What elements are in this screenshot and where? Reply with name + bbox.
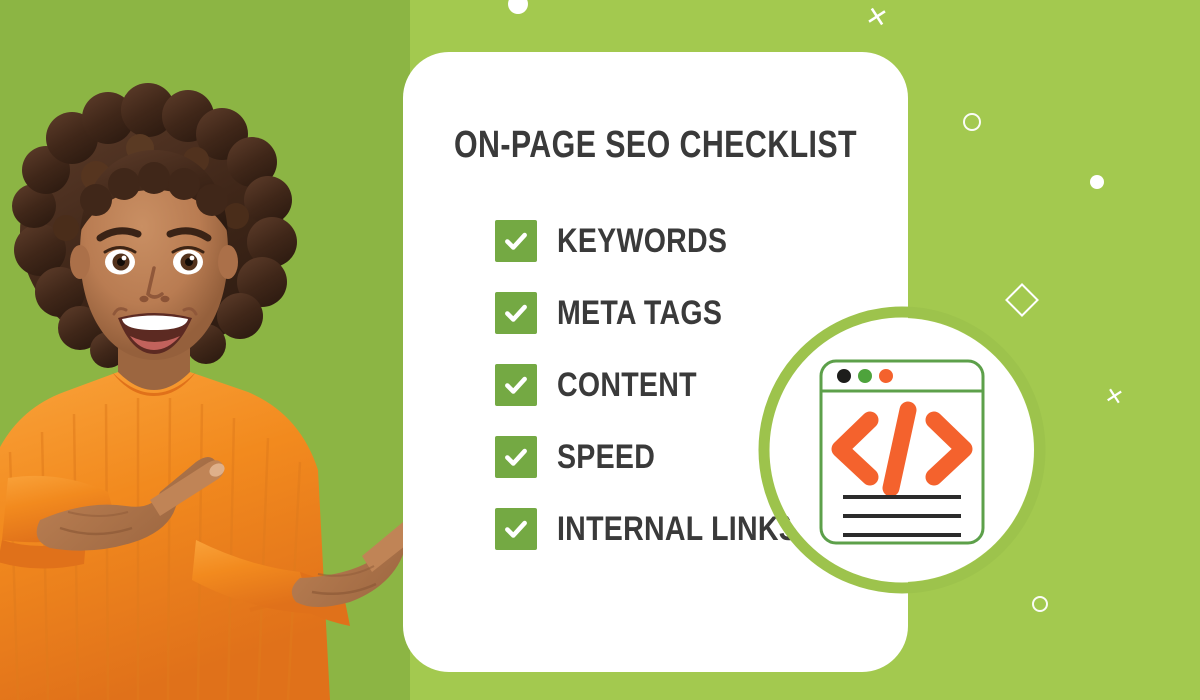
- checkbox-speed[interactable]: [495, 436, 537, 478]
- list-item-label: META TAGS: [557, 293, 723, 332]
- list-item[interactable]: KEYWORDS: [495, 220, 844, 262]
- page-title: ON-PAGE SEO CHECKLIST: [453, 124, 858, 166]
- dot-orange: [879, 369, 893, 383]
- checkbox-content[interactable]: [495, 364, 537, 406]
- checkmark-icon: [505, 520, 527, 538]
- deco-x-right: ✕: [1102, 382, 1126, 411]
- checkmark-icon: [505, 448, 527, 466]
- deco-dot-right: [1090, 175, 1104, 189]
- checkbox-meta-tags[interactable]: [495, 292, 537, 334]
- deco-x-top-right: ✕: [863, 0, 891, 34]
- list-item-label: SPEED: [557, 437, 656, 476]
- dot-black: [837, 369, 851, 383]
- seo-checklist-infographic: + ✕ ✕: [0, 0, 1200, 700]
- deco-ring-bottom-right: [1032, 596, 1048, 612]
- list-item-label: CONTENT: [557, 365, 697, 404]
- checkbox-internal-links[interactable]: [495, 508, 537, 550]
- woman-pointing-photo: [0, 0, 410, 700]
- checkmark-icon: [505, 304, 527, 322]
- deco-dot-top: [508, 0, 528, 14]
- checkbox-keywords[interactable]: [495, 220, 537, 262]
- code-browser-badge: [757, 305, 1047, 595]
- checkmark-icon: [505, 232, 527, 250]
- checkmark-icon: [505, 376, 527, 394]
- deco-ring-top-right: [963, 113, 981, 131]
- dot-green: [858, 369, 872, 383]
- list-item-label: KEYWORDS: [557, 221, 728, 260]
